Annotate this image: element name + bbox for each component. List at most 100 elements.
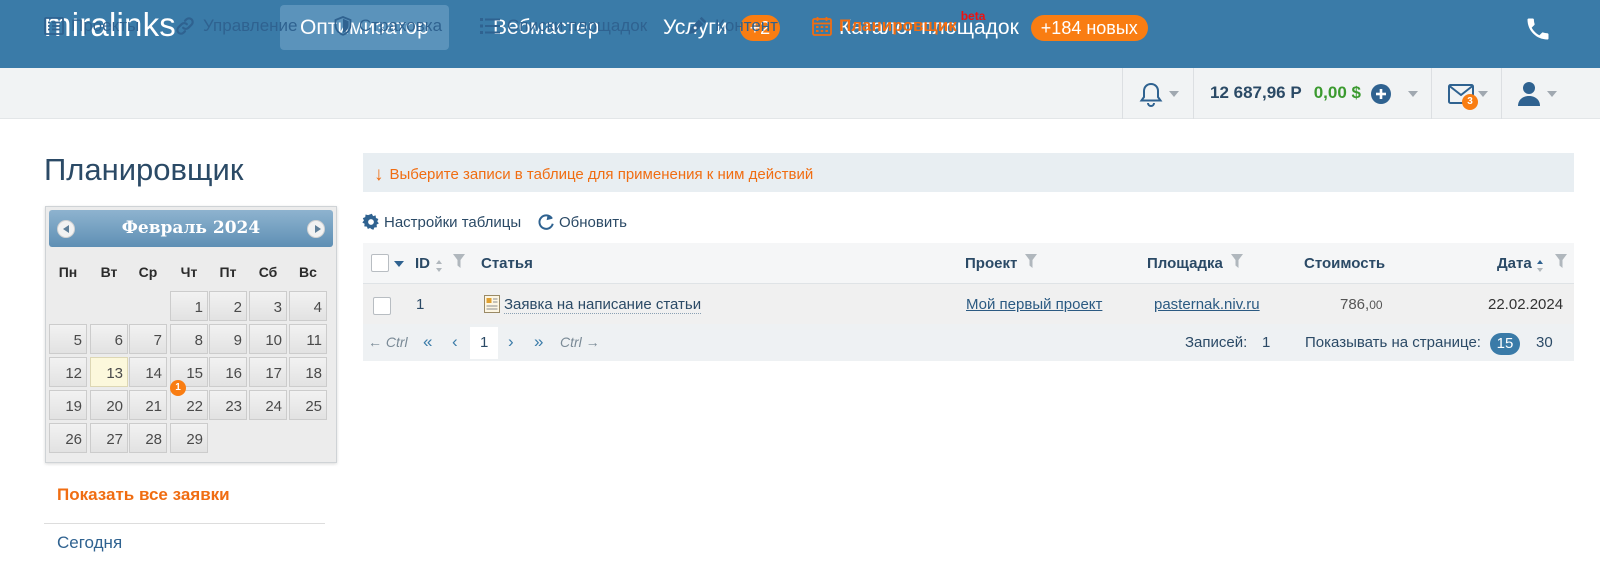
chevron-down-icon[interactable]	[1547, 91, 1557, 97]
gear-icon	[362, 213, 379, 231]
calendar-day[interactable]: 24	[249, 390, 287, 420]
chevron-down-icon[interactable]	[1169, 91, 1179, 97]
table-settings-button[interactable]: Настройки таблицы	[362, 213, 521, 231]
selection-notice: ↓ Выберите записи в таблице для применени…	[363, 153, 1574, 192]
subnav-management-label: Управление	[203, 16, 298, 35]
column-header-site[interactable]: Площадка	[1147, 255, 1223, 272]
calendar-day[interactable]: 25	[289, 390, 327, 420]
weekday-label: Чт	[180, 264, 198, 280]
table-settings-label: Настройки таблицы	[384, 213, 522, 231]
list-icon	[480, 18, 500, 34]
balance[interactable]: 12 687,96 Р 0,00 $	[1210, 83, 1361, 103]
calendar-day[interactable]: 16	[209, 357, 247, 387]
calendar-day[interactable]: 18	[289, 357, 327, 387]
calendar-day[interactable]: 12	[49, 357, 87, 387]
row-article-link[interactable]: Заявка на написание статьи	[504, 296, 702, 314]
weekday-label: Сб	[258, 264, 278, 280]
calendar-day[interactable]: 2	[209, 291, 247, 321]
refresh-button[interactable]: Обновить	[537, 213, 627, 231]
divider	[1122, 68, 1123, 119]
row-cost-int: 786,	[1340, 296, 1370, 313]
calendar-day[interactable]: 9	[209, 324, 247, 354]
catalog-badge: +184 новых	[1030, 14, 1148, 41]
chevron-down-icon[interactable]	[394, 261, 404, 267]
bell-icon[interactable]	[1139, 82, 1163, 108]
calendar-day[interactable]: 28	[129, 423, 167, 453]
shield-icon	[334, 16, 352, 36]
page-title: Планировщик	[44, 152, 244, 187]
subnav-management[interactable]: Управление	[174, 12, 298, 40]
chevron-down-icon[interactable]	[1478, 91, 1488, 97]
filter-icon[interactable]	[1025, 254, 1037, 268]
today-filter-link[interactable]: Сегодня	[57, 533, 122, 553]
phone-icon[interactable]	[1524, 15, 1552, 43]
subnav-planner[interactable]: Планировщик beta	[812, 9, 986, 40]
weekday-label: Пн	[58, 264, 78, 280]
weekday-label: Вт	[100, 264, 118, 280]
row-site-link[interactable]: pasternak.niv.ru	[1154, 296, 1260, 313]
calendar-day[interactable]: 14	[129, 357, 167, 387]
per-page-15[interactable]: 15	[1490, 333, 1520, 355]
add-funds-icon[interactable]	[1371, 84, 1391, 104]
calendar-day[interactable]: 8	[170, 324, 208, 354]
column-header-id[interactable]: ID	[415, 255, 430, 272]
subnav-lists[interactable]: Списки площадок	[480, 12, 647, 40]
weekday-label: Пт	[219, 264, 237, 280]
calendar-day[interactable]: 1	[170, 291, 208, 321]
next-page-button[interactable]: ›	[508, 332, 514, 352]
calendar-day[interactable]: 29	[170, 423, 208, 453]
last-page-button[interactable]: »	[534, 332, 543, 352]
calendar-day[interactable]: 10	[249, 324, 287, 354]
calendar-day[interactable]: 13	[90, 357, 128, 387]
divider	[44, 523, 325, 524]
divider	[1431, 68, 1432, 119]
calendar-day[interactable]: 5	[49, 324, 87, 354]
subnav-content[interactable]: Контент	[686, 12, 778, 40]
calendar-header: Февраль 2024	[49, 210, 333, 247]
calendar-day[interactable]: 20	[90, 390, 128, 420]
calendar-day[interactable]: 7	[129, 324, 167, 354]
current-page: 1	[480, 334, 489, 351]
column-header-cost[interactable]: Стоимость	[1304, 255, 1385, 272]
next-month-icon[interactable]	[307, 220, 325, 238]
row-cost: 786,00	[1340, 296, 1383, 313]
filter-icon[interactable]	[1555, 254, 1567, 268]
subnav-insurance[interactable]: Страховка	[334, 12, 442, 40]
next-ctrl-hint: Ctrl →	[560, 334, 600, 350]
column-header-article[interactable]: Статья	[481, 255, 533, 272]
subnav-insurance-label: Страховка	[359, 16, 443, 35]
calendar: Февраль 2024 Пн Вт Ср Чт Пт Сб Вс 1 2 3 4 5 6 7 8 9 10 11…	[45, 206, 337, 463]
show-all-requests-link[interactable]: Показать все заявки	[57, 485, 230, 505]
beta-label: beta	[960, 9, 986, 23]
calendar-day[interactable]: 11	[289, 324, 327, 354]
calendar-day[interactable]: 27	[90, 423, 128, 453]
first-page-button[interactable]: «	[423, 332, 432, 352]
refresh-label: Обновить	[559, 213, 627, 231]
subnav-projects[interactable]: Проекты	[44, 12, 139, 40]
user-icon[interactable]	[1517, 81, 1541, 107]
sort-icon[interactable]	[436, 260, 442, 272]
pen-icon	[688, 16, 707, 35]
article-icon	[484, 295, 500, 313]
row-project-link[interactable]: Мой первый проект	[966, 296, 1102, 313]
select-all-checkbox[interactable]	[371, 254, 389, 272]
filter-icon[interactable]	[453, 254, 465, 268]
calendar-day[interactable]: 23	[209, 390, 247, 420]
calendar-day[interactable]: 21	[129, 390, 167, 420]
column-header-project[interactable]: Проект	[965, 255, 1017, 272]
prev-ctrl-hint: ← Ctrl	[368, 334, 408, 350]
prev-page-button[interactable]: ‹	[452, 332, 458, 352]
sort-icon[interactable]	[1537, 260, 1543, 272]
calendar-day[interactable]: 4	[289, 291, 327, 321]
chevron-down-icon[interactable]	[1408, 91, 1418, 97]
calendar-day[interactable]: 26	[49, 423, 87, 453]
calendar-day[interactable]: 3	[249, 291, 287, 321]
row-checkbox[interactable]	[373, 297, 391, 315]
calendar-day[interactable]: 6	[90, 324, 128, 354]
filter-icon[interactable]	[1231, 254, 1243, 268]
column-header-date[interactable]: Дата	[1497, 255, 1532, 272]
per-page-30[interactable]: 30	[1536, 334, 1553, 351]
row-cost-frac: 00	[1369, 298, 1383, 312]
calendar-day[interactable]: 19	[49, 390, 87, 420]
calendar-day[interactable]: 17	[249, 357, 287, 387]
